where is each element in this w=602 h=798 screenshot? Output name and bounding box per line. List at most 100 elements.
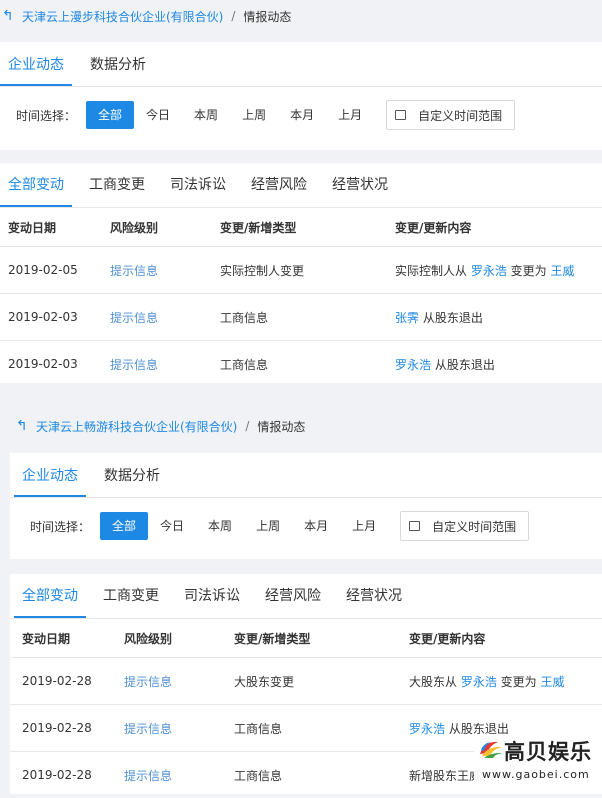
calendar-icon [409,521,420,531]
custom-range-button[interactable]: 自定义时间范围 [400,511,529,541]
table-row: 2019-02-03 提示信息 工商信息 罗永浩 从股东退出 [0,341,602,388]
breadcrumb: ↰ 天津云上畅游科技合伙企业(有限合伙) / 情报动态 [0,410,602,442]
time-option-today[interactable]: 今日 [134,101,182,129]
person-link[interactable]: 张霁 [395,311,419,325]
header-date: 变动日期 [0,208,109,247]
tab-data-analysis[interactable]: 数据分析 [96,465,168,497]
row-content: 大股东从 罗永浩 变更为 王威 [408,658,602,705]
breadcrumb-current: 情报动态 [243,8,291,25]
brand-logo-icon [478,738,504,760]
time-option-last-week[interactable]: 上周 [230,101,278,129]
changes-card: 全部变动 工商变更 司法诉讼 经营风险 经营状况 变动日期 风险级别 变更/新增… [0,163,602,383]
back-arrow-icon[interactable]: ↰ [2,8,16,24]
custom-range-label: 自定义时间范围 [432,518,516,535]
tab-company-news[interactable]: 企业动态 [14,465,86,497]
tab-operating-risk[interactable]: 经营风险 [257,574,329,618]
watermark-url: www.gaobei.com [482,768,590,781]
tab-all-changes[interactable]: 全部变动 [0,163,72,207]
row-content: 实际控制人从 罗永浩 变更为 王威 [394,247,602,294]
row-type: 实际控制人变更 [219,247,394,294]
time-option-last-month[interactable]: 上月 [340,512,388,540]
header-risk: 风险级别 [123,619,233,658]
row-risk-link[interactable]: 提示信息 [124,675,172,689]
row-risk-link[interactable]: 提示信息 [110,358,158,372]
filter-card: 企业动态 数据分析 时间选择： 全部 今日 本周 上周 本月 上月 自定义时间范… [0,42,602,150]
table-row: 2019-02-03 提示信息 工商信息 张霁 从股东退出 [0,294,602,341]
row-date: 2019-02-28 [10,658,123,705]
time-option-this-month[interactable]: 本月 [292,512,340,540]
custom-range-label: 自定义时间范围 [418,107,502,124]
row-risk-link[interactable]: 提示信息 [110,264,158,278]
header-type: 变更/新增类型 [233,619,408,658]
row-date: 2019-02-03 [0,294,109,341]
breadcrumb-company[interactable]: 天津云上漫步科技合伙企业(有限合伙) [22,8,223,25]
tab-operating-status[interactable]: 经营状况 [324,163,396,207]
time-option-all[interactable]: 全部 [100,512,148,540]
row-date: 2019-02-28 [10,752,123,798]
row-type: 工商信息 [233,705,408,752]
row-date: 2019-02-03 [0,341,109,388]
tab-litigation[interactable]: 司法诉讼 [176,574,248,618]
time-option-all[interactable]: 全部 [86,101,134,129]
time-filter: 时间选择： 全部 今日 本周 上周 本月 上月 自定义时间范围 [10,498,602,554]
tab-operating-risk[interactable]: 经营风险 [243,163,315,207]
tab-business-changes[interactable]: 工商变更 [95,574,167,618]
main-tabs: 企业动态 数据分析 [0,42,602,87]
row-type: 工商信息 [233,752,408,798]
header-risk: 风险级别 [109,208,219,247]
person-link[interactable]: 王威 [540,675,564,689]
breadcrumb-separator: / [231,9,235,23]
person-link[interactable]: 罗永浩 [461,675,497,689]
filter-card: 企业动态 数据分析 时间选择： 全部 今日 本周 上周 本月 上月 自定义时间范… [10,453,602,559]
table-row: 2019-02-05 提示信息 实际控制人变更 实际控制人从 罗永浩 变更为 王… [0,247,602,294]
watermark-brand: 高贝娱乐 [504,736,592,766]
person-link[interactable]: 罗永浩 [471,264,507,278]
breadcrumb-company[interactable]: 天津云上畅游科技合伙企业(有限合伙) [36,418,237,435]
change-tabs: 全部变动 工商变更 司法诉讼 经营风险 经营状况 [10,574,602,619]
person-link[interactable]: 王威 [550,264,574,278]
header-date: 变动日期 [10,619,123,658]
section-2: ↰ 天津云上畅游科技合伙企业(有限合伙) / 情报动态 企业动态 数据分析 时间… [0,410,602,442]
time-option-last-week[interactable]: 上周 [244,512,292,540]
time-option-this-week[interactable]: 本周 [182,101,230,129]
tab-all-changes[interactable]: 全部变动 [14,574,86,618]
time-filter: 时间选择： 全部 今日 本周 上周 本月 上月 自定义时间范围 [0,87,602,143]
row-risk-link[interactable]: 提示信息 [110,311,158,325]
back-arrow-icon[interactable]: ↰ [16,418,30,434]
row-risk-link[interactable]: 提示信息 [124,722,172,736]
header-content: 变更/更新内容 [408,619,602,658]
tab-business-changes[interactable]: 工商变更 [81,163,153,207]
time-option-last-month[interactable]: 上月 [326,101,374,129]
time-filter-label: 时间选择： [30,518,90,535]
watermark: 高贝娱乐 www.gaobei.com [474,734,602,788]
change-tabs: 全部变动 工商变更 司法诉讼 经营风险 经营状况 [0,163,602,208]
table-header-row: 变动日期 风险级别 变更/新增类型 变更/更新内容 [0,208,602,247]
breadcrumb-separator: / [245,419,249,433]
time-filter-label: 时间选择： [16,107,76,124]
row-type: 大股东变更 [233,658,408,705]
section-1: ↰ 天津云上漫步科技合伙企业(有限合伙) / 情报动态 企业动态 数据分析 时间… [0,0,602,32]
table-row: 2019-02-28 提示信息 大股东变更 大股东从 罗永浩 变更为 王威 [10,658,602,705]
person-link[interactable]: 罗永浩 [395,358,431,372]
row-content: 罗永浩 从股东退出 [394,341,602,388]
header-type: 变更/新增类型 [219,208,394,247]
row-content: 张霁 从股东退出 [394,294,602,341]
person-link[interactable]: 罗永浩 [409,722,445,736]
tab-litigation[interactable]: 司法诉讼 [162,163,234,207]
custom-range-button[interactable]: 自定义时间范围 [386,100,515,130]
row-risk-link[interactable]: 提示信息 [124,769,172,783]
tab-company-news[interactable]: 企业动态 [0,54,72,86]
tab-data-analysis[interactable]: 数据分析 [82,54,154,86]
time-option-this-month[interactable]: 本月 [278,101,326,129]
calendar-icon [395,110,406,120]
row-date: 2019-02-05 [0,247,109,294]
header-content: 变更/更新内容 [394,208,602,247]
tab-operating-status[interactable]: 经营状况 [338,574,410,618]
breadcrumb-current: 情报动态 [257,418,305,435]
time-option-this-week[interactable]: 本周 [196,512,244,540]
row-type: 工商信息 [219,341,394,388]
breadcrumb: ↰ 天津云上漫步科技合伙企业(有限合伙) / 情报动态 [0,0,602,32]
time-option-today[interactable]: 今日 [148,512,196,540]
main-tabs: 企业动态 数据分析 [10,453,602,498]
changes-table: 变动日期 风险级别 变更/新增类型 变更/更新内容 2019-02-05 提示信… [0,208,602,387]
